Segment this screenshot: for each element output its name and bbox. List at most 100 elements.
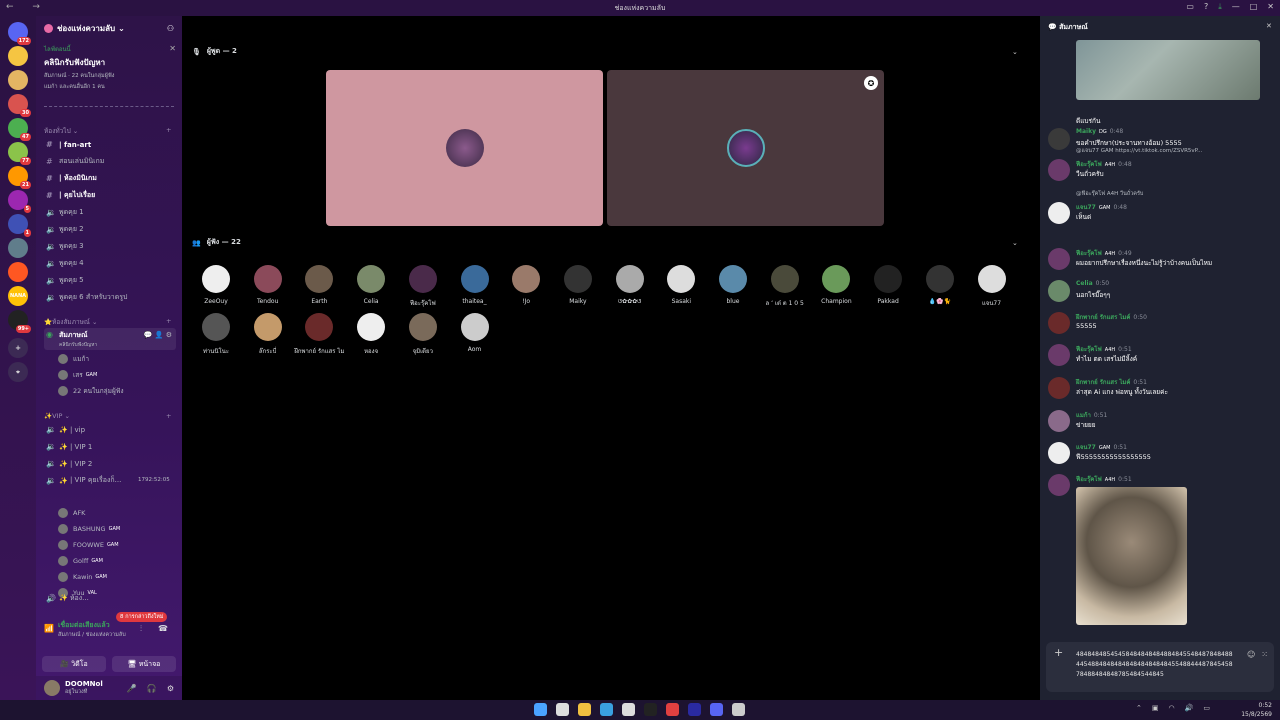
voice-channel[interactable]: 🔉 พูดคุย 6 สำหรับวาดรูป xyxy=(44,290,176,305)
chevron-down-icon[interactable]: ⌄ xyxy=(1012,239,1018,247)
server-icon[interactable] xyxy=(8,70,28,90)
avatar[interactable] xyxy=(1048,202,1070,224)
message-author[interactable]: แจน77 xyxy=(1076,204,1096,211)
audience-member[interactable]: Champion xyxy=(811,265,861,305)
audience-member[interactable]: ฝึกพากย์ รักแสร ไมค์ xyxy=(294,313,344,356)
stage-channel[interactable]: ◉ สัมภาษณ์ คลินิกรับฟังปัญหา 💬 👤 ⚙ xyxy=(44,328,176,350)
video-button[interactable]: 🎥 วิดีโอ xyxy=(42,656,106,672)
voice-member[interactable]: Kawin GAM xyxy=(58,570,107,584)
live-event-card[interactable]: ไลฟ์ตอนนี้ ✕ คลินิกรับฟังปัญหา สัมภาษณ์ … xyxy=(44,44,176,91)
audience-member[interactable]: ล ‘ เต๋ ต 1 0 5 xyxy=(760,265,810,308)
server-icon[interactable]: NANA xyxy=(8,286,28,306)
server-icon[interactable]: 5 xyxy=(8,190,31,213)
audience-member[interactable]: Sasaki xyxy=(656,265,706,305)
audience-member[interactable]: blue xyxy=(708,265,758,305)
audience-member[interactable]: หองจ xyxy=(346,313,396,356)
wifi-icon[interactable]: ◠ xyxy=(1169,704,1175,712)
avatar[interactable] xyxy=(1048,410,1070,432)
server-icon[interactable]: 47 xyxy=(8,118,31,141)
avatar[interactable] xyxy=(1048,280,1070,302)
taskbar-app-icon[interactable] xyxy=(644,703,657,716)
add-member-icon[interactable]: ⚇ xyxy=(167,24,174,33)
audience-member[interactable]: จุมิเดียว xyxy=(398,313,448,356)
message-author[interactable]: Maiky xyxy=(1076,128,1096,135)
apps-icon[interactable]: ⁙ xyxy=(1261,650,1268,659)
avatar[interactable] xyxy=(1048,159,1070,181)
chevron-down-icon[interactable]: ⌄ xyxy=(1012,48,1018,56)
server-icon[interactable] xyxy=(8,238,28,258)
audience-member[interactable]: แจน77 xyxy=(967,265,1017,308)
audience-member[interactable]: ฟีอะรุ๊คโฟ xyxy=(398,265,448,308)
avatar[interactable] xyxy=(44,680,60,696)
audience-member[interactable]: Aom xyxy=(450,313,500,353)
clock[interactable]: 0:52 15/8/2569 xyxy=(1241,701,1272,719)
stage-member[interactable]: เสร GAM xyxy=(58,368,97,382)
voice-channel[interactable]: 🔉 พูดคุย 3 xyxy=(44,239,176,254)
reply-preview[interactable]: @แจน77 GAM https://vt.tiktok.com/ZSVR5vP… xyxy=(1076,147,1202,155)
download-icon[interactable]: ⤓ xyxy=(1218,2,1222,12)
server-icon[interactable] xyxy=(8,46,28,66)
add-attachment-icon[interactable]: + xyxy=(1054,646,1063,659)
server-icon[interactable] xyxy=(8,262,28,282)
reply-preview[interactable]: @ฟีอะรุ๊คโฟ A4H วีนถั่วครับ xyxy=(1076,190,1143,198)
audience-member[interactable]: ଓ✿✿✿ଓ xyxy=(605,265,655,306)
text-channel[interactable]: # | คุยไปเรื่อย xyxy=(44,188,176,203)
text-channel[interactable]: # | ห้องมินิเกม xyxy=(44,171,176,186)
audience-member[interactable]: Maiky xyxy=(553,265,603,305)
voice-member[interactable]: Golff GAM xyxy=(58,554,103,568)
message-author[interactable]: ฝึกพากย์ รักแสร ไมค์ xyxy=(1076,379,1130,386)
taskbar-app-icon[interactable] xyxy=(710,703,723,716)
avatar[interactable] xyxy=(1048,128,1070,150)
voice-channel[interactable]: 🔉 พูดคุย 5 xyxy=(44,273,176,288)
audience-member[interactable]: !Jo xyxy=(501,265,551,305)
avatar[interactable] xyxy=(1048,442,1070,464)
speaker-tile[interactable]: ✪ xyxy=(607,70,884,226)
voice-connected-label[interactable]: เชื่อมต่อเสียงแล้ว xyxy=(58,620,174,631)
add-channel-icon[interactable]: + xyxy=(166,126,171,134)
tray-icon[interactable]: ▣ xyxy=(1152,704,1159,712)
server-icon[interactable]: 99+ xyxy=(8,310,31,333)
audience-member[interactable]: ท่านนิโนะ xyxy=(191,313,241,356)
category-vip[interactable]: ✨VIP ⌄ + xyxy=(44,412,171,420)
audience-member[interactable]: ZeeOuy xyxy=(191,265,241,305)
close-icon[interactable]: ✕ xyxy=(169,44,176,53)
avatar[interactable] xyxy=(1048,312,1070,334)
server-icon[interactable]: 21 xyxy=(8,166,31,189)
message-author[interactable]: ฟีอะรุ๊คโฟ xyxy=(1076,250,1102,257)
avatar[interactable] xyxy=(1048,248,1070,270)
close-icon[interactable]: ✕ xyxy=(1267,2,1274,12)
add-server-icon[interactable]: + xyxy=(8,338,28,358)
audience-member[interactable]: ล๊กระบี่ xyxy=(243,313,293,356)
maximize-icon[interactable]: □ xyxy=(1250,2,1258,12)
composer-input[interactable]: 4848484854545848484848488484554848784848… xyxy=(1076,650,1236,680)
message-author[interactable]: ฟีอะรุ๊คโฟ xyxy=(1076,346,1102,353)
voice-channel[interactable]: 🔉 พูดคุย 2 xyxy=(44,222,176,237)
text-channel[interactable]: # สอนเล่นมินิเกม xyxy=(44,154,176,169)
avatar[interactable] xyxy=(1048,344,1070,366)
taskbar-app-icon[interactable] xyxy=(688,703,701,716)
vip-channel[interactable]: 🔉 ✨ | vip xyxy=(44,422,176,437)
message-author[interactable]: ฟีอะรุ๊คโฟ xyxy=(1076,161,1102,168)
add-channel-icon[interactable]: + xyxy=(166,412,171,420)
server-icon[interactable]: 30 xyxy=(8,94,31,117)
category-general[interactable]: ห้องทั่วไป ⌄ + xyxy=(44,126,171,136)
voice-channel-hidden[interactable]: 🔊 ✨ ห้อง... xyxy=(44,591,176,606)
close-icon[interactable]: ✕ xyxy=(1266,22,1272,30)
avatar[interactable] xyxy=(1048,377,1070,399)
stage-actions[interactable]: 💬 👤 ⚙ xyxy=(144,331,172,339)
stage-member[interactable]: 22 คนในกลุ่มผู้ฟัง xyxy=(58,384,124,398)
vip-channel[interactable]: 🔉 ✨ | VIP 2 xyxy=(44,456,176,471)
server-icon[interactable]: 172 xyxy=(8,22,31,45)
speaker-tile[interactable] xyxy=(326,70,603,226)
volume-icon[interactable]: 🔊 xyxy=(1185,704,1194,712)
stage-member[interactable]: แมก้า xyxy=(58,352,89,366)
microphone-icon[interactable]: 🎤 xyxy=(127,684,137,693)
server-icon[interactable]: 77 xyxy=(8,142,31,165)
audience-member[interactable]: Earth xyxy=(294,265,344,305)
audience-member[interactable]: thaitea_ xyxy=(450,265,500,305)
audience-member[interactable]: Pakkad xyxy=(863,265,913,305)
taskbar-app-icon[interactable] xyxy=(534,703,547,716)
voice-member[interactable]: AFK xyxy=(58,506,85,520)
chevron-up-icon[interactable]: ⌃ xyxy=(1136,704,1142,712)
headphones-icon[interactable]: 🎧 xyxy=(147,684,157,693)
